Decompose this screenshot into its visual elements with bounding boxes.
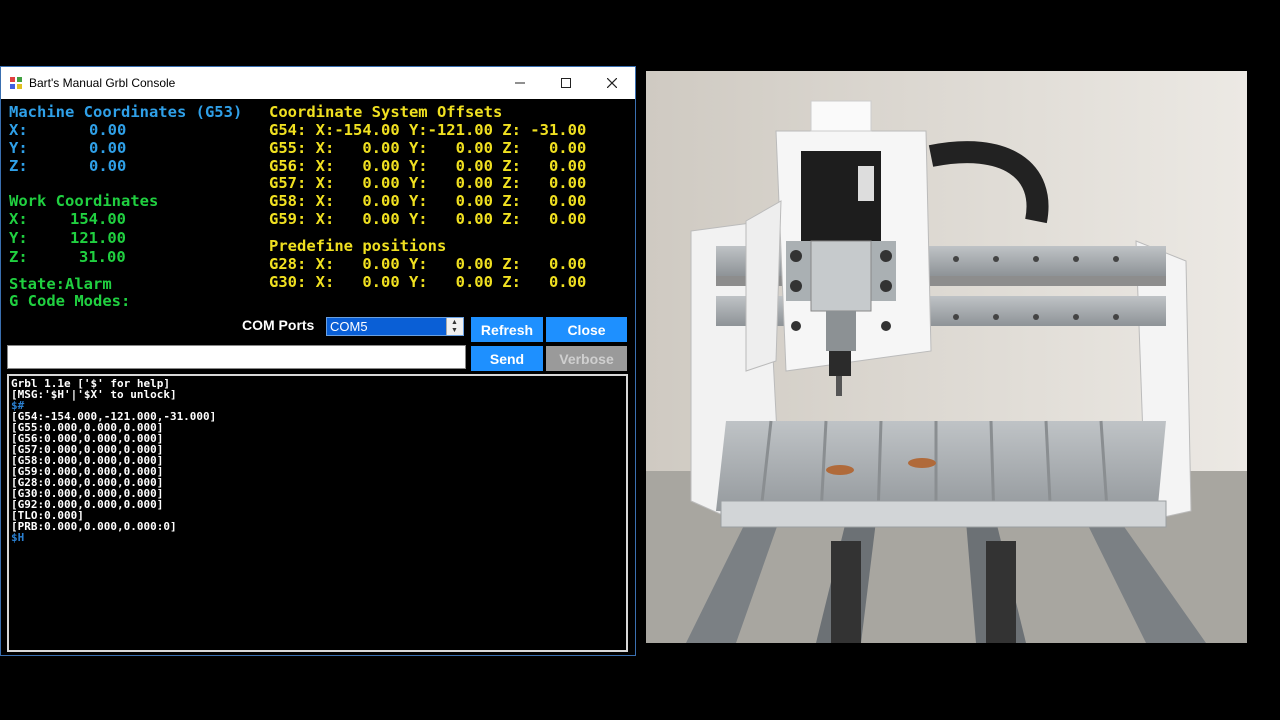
verbose-button[interactable]: Verbose [546, 346, 627, 371]
com-ports-label: COM Ports [242, 317, 315, 333]
com-port-value: COM5 [330, 319, 368, 334]
predefined-heading: Predefine positions [269, 237, 447, 255]
refresh-button[interactable]: Refresh [471, 317, 543, 342]
work-coords-heading: Work Coordinates [9, 192, 159, 210]
spin-up-icon[interactable]: ▲ [451, 319, 458, 326]
window-title: Bart's Manual Grbl Console [29, 76, 176, 90]
close-icon [607, 78, 617, 88]
machine-x-label: X: [9, 121, 28, 139]
cnc-machine-image [646, 71, 1247, 643]
offset-row-g54: G54: X:-154.00 Y:-121.00 Z: -31.00 [269, 121, 587, 139]
offset-row-g55: G55: X: 0.00 Y: 0.00 Z: 0.00 [269, 139, 587, 157]
maximize-button[interactable] [543, 67, 589, 99]
work-x-value: 154.00 [70, 210, 126, 228]
machine-x-value: 0.00 [89, 121, 127, 139]
work-z-value: 31.00 [79, 248, 126, 266]
offset-row-g59: G59: X: 0.00 Y: 0.00 Z: 0.00 [269, 210, 587, 228]
gcode-modes-label: G Code Modes: [9, 292, 131, 310]
minimize-button[interactable] [497, 67, 543, 99]
predefined-row-g30: G30: X: 0.00 Y: 0.00 Z: 0.00 [269, 273, 587, 291]
console-line: $H [11, 531, 25, 544]
work-x-label: X: [9, 210, 28, 228]
camera-feed [646, 71, 1247, 643]
com-port-spinner[interactable]: ▲ ▼ [446, 318, 463, 335]
machine-y-value: 0.00 [89, 139, 127, 157]
app-icon [10, 77, 22, 89]
machine-coords-heading: Machine Coordinates (G53) [9, 103, 243, 121]
maximize-icon [561, 78, 571, 88]
offset-row-g58: G58: X: 0.00 Y: 0.00 Z: 0.00 [269, 192, 587, 210]
close-window-button[interactable] [589, 67, 635, 99]
title-bar[interactable]: Bart's Manual Grbl Console [1, 67, 635, 99]
grbl-console-window: Bart's Manual Grbl Console Machine Coord… [0, 66, 636, 656]
console-output[interactable]: Grbl 1.1e ['$' for help] [MSG:'$H'|'$X' t… [7, 374, 628, 652]
predefined-row-g28: G28: X: 0.00 Y: 0.00 Z: 0.00 [269, 255, 587, 273]
work-y-value: 121.00 [70, 229, 126, 247]
console-line: [PRB:0.000,0.000,0.000:0] [11, 520, 177, 533]
close-port-button[interactable]: Close [546, 317, 627, 342]
offsets-heading: Coordinate System Offsets [269, 103, 503, 121]
console-line: [MSG:'$H'|'$X' to unlock] [11, 388, 177, 401]
machine-z-label: Z: [9, 157, 28, 175]
send-button[interactable]: Send [471, 346, 543, 371]
offset-row-g56: G56: X: 0.00 Y: 0.00 Z: 0.00 [269, 157, 587, 175]
com-port-select[interactable]: COM5 ▲ ▼ [326, 317, 464, 336]
work-z-label: Z: [9, 248, 28, 266]
work-y-label: Y: [9, 229, 28, 247]
machine-z-value: 0.00 [89, 157, 127, 175]
machine-state: State:Alarm [9, 275, 112, 293]
spin-down-icon[interactable]: ▼ [451, 327, 458, 334]
command-input[interactable] [7, 345, 466, 369]
offset-row-g57: G57: X: 0.00 Y: 0.00 Z: 0.00 [269, 174, 587, 192]
machine-y-label: Y: [9, 139, 28, 157]
minimize-icon [515, 82, 525, 84]
